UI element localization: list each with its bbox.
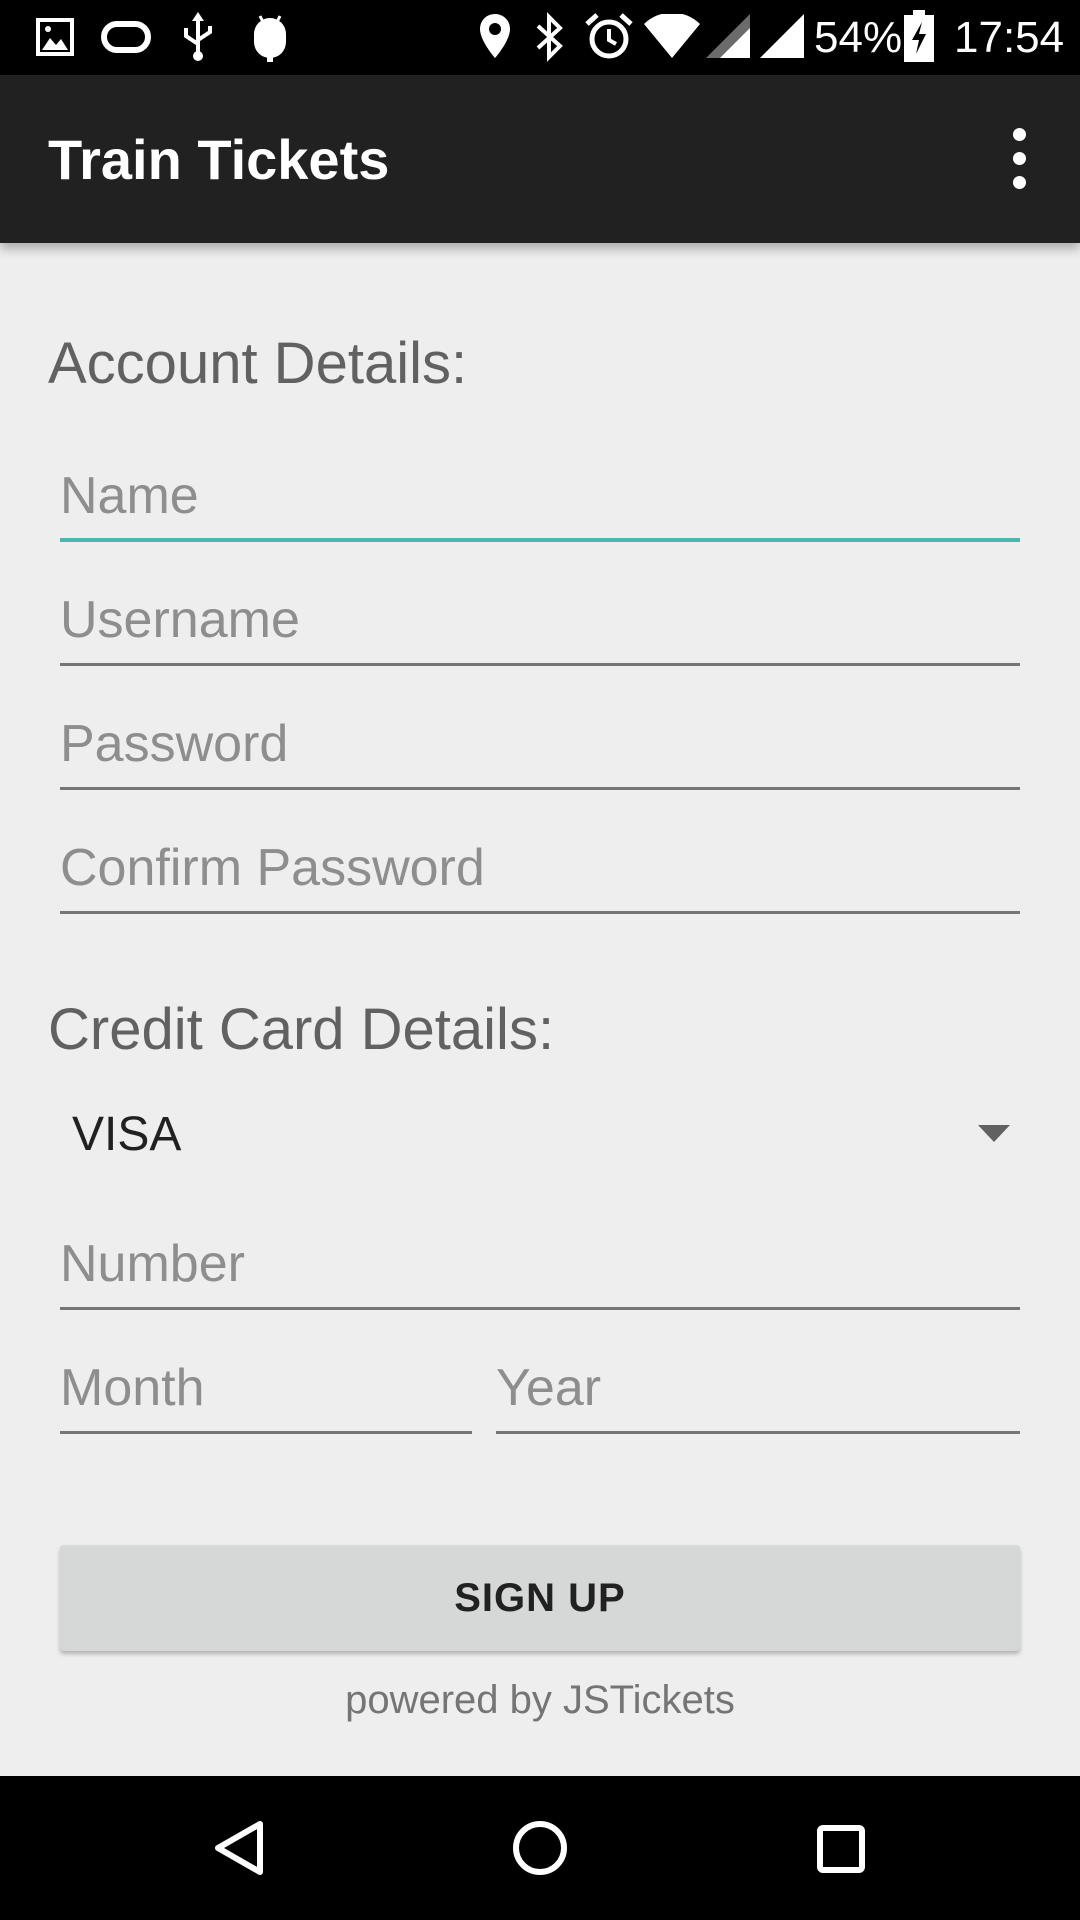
- month-underline: [60, 1431, 472, 1434]
- card-type-value: VISA: [72, 1108, 182, 1161]
- recents-icon[interactable]: [790, 1798, 890, 1898]
- location-icon: [480, 14, 510, 58]
- name-input[interactable]: [60, 432, 1020, 542]
- confirm-password-input[interactable]: [60, 804, 1020, 914]
- app-bar: Train Tickets: [0, 75, 1080, 243]
- month-field: [60, 1324, 472, 1434]
- status-bar: 54% 17:54: [0, 0, 1080, 75]
- confirm-password-underline: [60, 911, 1020, 914]
- year-field: [496, 1324, 1020, 1434]
- home-icon[interactable]: [490, 1798, 590, 1898]
- alarm-icon: [585, 13, 633, 59]
- name-underline: [60, 538, 1020, 542]
- month-input[interactable]: [60, 1324, 472, 1434]
- confirm-password-field: [60, 804, 1020, 914]
- card-number-field: [60, 1200, 1020, 1310]
- name-field: [60, 432, 1020, 542]
- wifi-icon: [644, 14, 700, 58]
- back-icon[interactable]: [190, 1798, 290, 1898]
- year-underline: [496, 1431, 1020, 1434]
- sign-up-button[interactable]: SIGN UP: [60, 1545, 1020, 1651]
- username-underline: [60, 663, 1020, 666]
- password-underline: [60, 787, 1020, 790]
- powered-by-text: powered by JSTickets: [345, 1678, 735, 1722]
- account-details-header: Account Details:: [48, 331, 468, 396]
- battery-charging-icon: [904, 10, 934, 62]
- password-input[interactable]: [60, 680, 1020, 790]
- username-field: [60, 556, 1020, 666]
- android-icon: [254, 15, 286, 62]
- year-input[interactable]: [496, 1324, 1020, 1434]
- username-input[interactable]: [60, 556, 1020, 666]
- card-type-spinner[interactable]: VISA: [48, 1095, 1020, 1179]
- signal-icon: [706, 14, 750, 58]
- overflow-menu-icon[interactable]: [990, 119, 1050, 199]
- bluetooth-icon: [536, 12, 563, 62]
- signal-icon-2: [760, 14, 804, 58]
- app-title: Train Tickets: [48, 128, 390, 191]
- navigation-bar: [0, 1776, 1080, 1920]
- credit-card-details-header: Credit Card Details:: [48, 997, 555, 1062]
- clock: 17:54: [954, 13, 1065, 62]
- dropdown-arrow-icon: [978, 1125, 1010, 1142]
- card-number-underline: [60, 1307, 1020, 1310]
- image-icon: [36, 18, 74, 56]
- battery-percent: 54%: [814, 13, 903, 62]
- card-number-input[interactable]: [60, 1200, 1020, 1310]
- loop-icon: [101, 21, 151, 53]
- usb-icon: [184, 12, 212, 61]
- password-field: [60, 680, 1020, 790]
